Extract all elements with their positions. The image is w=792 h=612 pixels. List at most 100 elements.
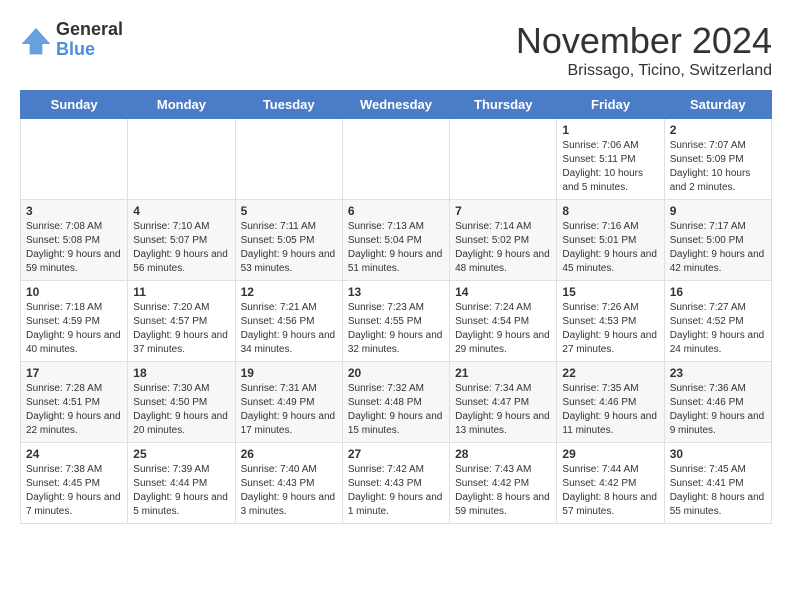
calendar-cell: 25Sunrise: 7:39 AM Sunset: 4:44 PM Dayli… xyxy=(128,443,235,524)
day-info: Sunrise: 7:45 AM Sunset: 4:41 PM Dayligh… xyxy=(670,463,766,519)
calendar-cell xyxy=(21,119,128,200)
day-info: Sunrise: 7:24 AM Sunset: 4:54 PM Dayligh… xyxy=(455,301,551,357)
day-info: Sunrise: 7:28 AM Sunset: 4:51 PM Dayligh… xyxy=(26,382,122,438)
day-info: Sunrise: 7:17 AM Sunset: 5:00 PM Dayligh… xyxy=(670,220,766,276)
calendar-cell: 20 Sunrise: 7:32 AM Sunset: 4:48 PM Dayli… xyxy=(342,362,449,443)
calendar-cell: 23 Sunrise: 7:36 AM Sunset: 4:46 PM Dayli… xyxy=(664,362,771,443)
day-number: 10 xyxy=(26,285,122,299)
day-info: Sunrise: 7:23 AM Sunset: 4:55 PM Dayligh… xyxy=(348,301,444,357)
day-number: 30 xyxy=(670,447,766,461)
calendar-cell: 13Sunrise: 7:23 AM Sunset: 4:55 PM Dayli… xyxy=(342,281,449,362)
calendar-cell: 22 Sunrise: 7:35 AM Sunset: 4:46 PM Dayli… xyxy=(557,362,664,443)
calendar-week-row: 17 Sunrise: 7:28 AM Sunset: 4:51 PM Dayli… xyxy=(21,362,772,443)
day-info: Sunrise: 7:07 AM Sunset: 5:09 PM Dayligh… xyxy=(670,139,766,195)
day-info: Sunrise: 7:44 AM Sunset: 4:42 PM Dayligh… xyxy=(562,463,658,519)
day-number: 21 xyxy=(455,366,551,380)
day-number: 24 xyxy=(26,447,122,461)
calendar-week-row: 24 Sunrise: 7:38 AM Sunset: 4:45 PM Dayli… xyxy=(21,443,772,524)
calendar-cell: 9 Sunrise: 7:17 AM Sunset: 5:00 PM Daylig… xyxy=(664,200,771,281)
day-number: 22 xyxy=(562,366,658,380)
day-number: 23 xyxy=(670,366,766,380)
day-number: 19 xyxy=(241,366,337,380)
day-info: Sunrise: 7:20 AM Sunset: 4:57 PM Dayligh… xyxy=(133,301,229,357)
calendar-cell: 6 Sunrise: 7:13 AM Sunset: 5:04 PM Daylig… xyxy=(342,200,449,281)
day-info: Sunrise: 7:16 AM Sunset: 5:01 PM Dayligh… xyxy=(562,220,658,276)
calendar-cell: 16Sunrise: 7:27 AM Sunset: 4:52 PM Dayli… xyxy=(664,281,771,362)
day-number: 1 xyxy=(562,123,658,137)
logo: General Blue xyxy=(20,20,123,60)
calendar-cell: 8 Sunrise: 7:16 AM Sunset: 5:01 PM Daylig… xyxy=(557,200,664,281)
day-info: Sunrise: 7:42 AM Sunset: 4:43 PM Dayligh… xyxy=(348,463,444,519)
day-info: Sunrise: 7:06 AM Sunset: 5:11 PM Dayligh… xyxy=(562,139,658,195)
day-info: Sunrise: 7:18 AM Sunset: 4:59 PM Dayligh… xyxy=(26,301,122,357)
day-number: 11 xyxy=(133,285,229,299)
calendar-table: SundayMondayTuesdayWednesdayThursdayFrid… xyxy=(20,90,772,524)
weekday-header-friday: Friday xyxy=(557,91,664,119)
day-info: Sunrise: 7:32 AM Sunset: 4:48 PM Dayligh… xyxy=(348,382,444,438)
day-number: 14 xyxy=(455,285,551,299)
day-info: Sunrise: 7:43 AM Sunset: 4:42 PM Dayligh… xyxy=(455,463,551,519)
calendar-cell: 11 Sunrise: 7:20 AM Sunset: 4:57 PM Dayli… xyxy=(128,281,235,362)
calendar-cell: 28Sunrise: 7:43 AM Sunset: 4:42 PM Dayli… xyxy=(450,443,557,524)
day-info: Sunrise: 7:26 AM Sunset: 4:53 PM Dayligh… xyxy=(562,301,658,357)
day-number: 29 xyxy=(562,447,658,461)
calendar-cell: 26Sunrise: 7:40 AM Sunset: 4:43 PM Dayli… xyxy=(235,443,342,524)
day-number: 6 xyxy=(348,204,444,218)
calendar-cell: 14 Sunrise: 7:24 AM Sunset: 4:54 PM Dayli… xyxy=(450,281,557,362)
calendar-cell: 4 Sunrise: 7:10 AM Sunset: 5:07 PM Daylig… xyxy=(128,200,235,281)
logo-blue-label: Blue xyxy=(56,40,123,60)
day-number: 9 xyxy=(670,204,766,218)
day-info: Sunrise: 7:30 AM Sunset: 4:50 PM Dayligh… xyxy=(133,382,229,438)
day-number: 8 xyxy=(562,204,658,218)
calendar-body: 1 Sunrise: 7:06 AM Sunset: 5:11 PM Daylig… xyxy=(21,119,772,524)
day-number: 7 xyxy=(455,204,551,218)
calendar-cell: 17 Sunrise: 7:28 AM Sunset: 4:51 PM Dayli… xyxy=(21,362,128,443)
calendar-week-row: 3 Sunrise: 7:08 AM Sunset: 5:08 PM Daylig… xyxy=(21,200,772,281)
calendar-cell: 29 Sunrise: 7:44 AM Sunset: 4:42 PM Dayli… xyxy=(557,443,664,524)
day-number: 18 xyxy=(133,366,229,380)
weekday-header-monday: Monday xyxy=(128,91,235,119)
day-info: Sunrise: 7:31 AM Sunset: 4:49 PM Dayligh… xyxy=(241,382,337,438)
day-number: 3 xyxy=(26,204,122,218)
calendar-cell xyxy=(235,119,342,200)
day-info: Sunrise: 7:38 AM Sunset: 4:45 PM Dayligh… xyxy=(26,463,122,519)
day-info: Sunrise: 7:40 AM Sunset: 4:43 PM Dayligh… xyxy=(241,463,337,519)
weekday-header-wednesday: Wednesday xyxy=(342,91,449,119)
logo-icon xyxy=(20,24,52,56)
logo-general-label: General xyxy=(56,20,123,40)
day-info: Sunrise: 7:10 AM Sunset: 5:07 PM Dayligh… xyxy=(133,220,229,276)
calendar-cell: 1 Sunrise: 7:06 AM Sunset: 5:11 PM Daylig… xyxy=(557,119,664,200)
day-number: 4 xyxy=(133,204,229,218)
day-info: Sunrise: 7:13 AM Sunset: 5:04 PM Dayligh… xyxy=(348,220,444,276)
calendar-cell: 24 Sunrise: 7:38 AM Sunset: 4:45 PM Dayli… xyxy=(21,443,128,524)
calendar-cell xyxy=(342,119,449,200)
day-number: 25 xyxy=(133,447,229,461)
day-info: Sunrise: 7:14 AM Sunset: 5:02 PM Dayligh… xyxy=(455,220,551,276)
calendar-cell xyxy=(450,119,557,200)
day-number: 12 xyxy=(241,285,337,299)
day-number: 20 xyxy=(348,366,444,380)
day-info: Sunrise: 7:35 AM Sunset: 4:46 PM Dayligh… xyxy=(562,382,658,438)
day-number: 17 xyxy=(26,366,122,380)
calendar-cell: 5Sunrise: 7:11 AM Sunset: 5:05 PM Daylig… xyxy=(235,200,342,281)
calendar-header: SundayMondayTuesdayWednesdayThursdayFrid… xyxy=(21,91,772,119)
calendar-cell: 15Sunrise: 7:26 AM Sunset: 4:53 PM Dayli… xyxy=(557,281,664,362)
weekday-header-saturday: Saturday xyxy=(664,91,771,119)
calendar-cell: 30 Sunrise: 7:45 AM Sunset: 4:41 PM Dayli… xyxy=(664,443,771,524)
calendar-week-row: 10 Sunrise: 7:18 AM Sunset: 4:59 PM Dayli… xyxy=(21,281,772,362)
day-info: Sunrise: 7:36 AM Sunset: 4:46 PM Dayligh… xyxy=(670,382,766,438)
day-number: 5 xyxy=(241,204,337,218)
day-number: 27 xyxy=(348,447,444,461)
day-info: Sunrise: 7:34 AM Sunset: 4:47 PM Dayligh… xyxy=(455,382,551,438)
calendar-cell: 18 Sunrise: 7:30 AM Sunset: 4:50 PM Dayli… xyxy=(128,362,235,443)
calendar-cell xyxy=(128,119,235,200)
day-info: Sunrise: 7:08 AM Sunset: 5:08 PM Dayligh… xyxy=(26,220,122,276)
title-block: November 2024 Brissago, Ticino, Switzerl… xyxy=(516,20,772,80)
weekday-header-thursday: Thursday xyxy=(450,91,557,119)
weekday-header-tuesday: Tuesday xyxy=(235,91,342,119)
month-title: November 2024 xyxy=(516,20,772,62)
calendar-cell: 2Sunrise: 7:07 AM Sunset: 5:09 PM Daylig… xyxy=(664,119,771,200)
day-info: Sunrise: 7:27 AM Sunset: 4:52 PM Dayligh… xyxy=(670,301,766,357)
calendar-cell: 3 Sunrise: 7:08 AM Sunset: 5:08 PM Daylig… xyxy=(21,200,128,281)
weekday-header-row: SundayMondayTuesdayWednesdayThursdayFrid… xyxy=(21,91,772,119)
